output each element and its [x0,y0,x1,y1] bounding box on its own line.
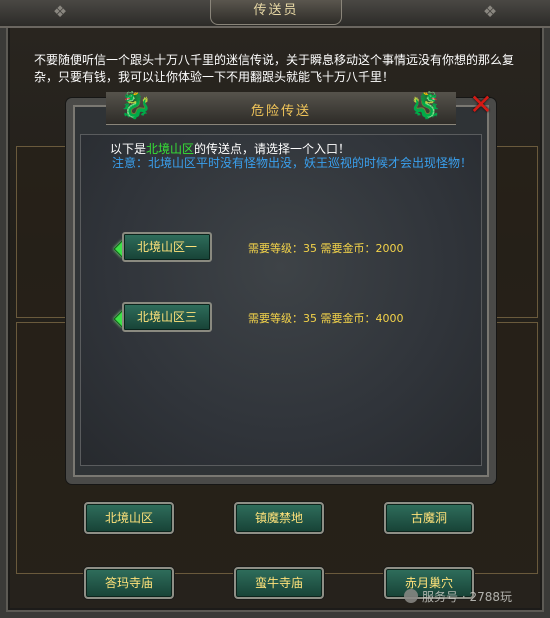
dialog-warning: 注意：北境山区平时没有怪物出没，妖王巡视的时候才会出现怪物！ [112,156,473,170]
dialog-body [80,134,482,466]
portal-requirements: 需要等级：35 需要金币：2000 [248,242,404,255]
region-button-zhenmo-jindi[interactable]: 镇魔禁地 [234,502,324,534]
close-icon[interactable]: ✕ [466,90,496,120]
portal-button-1[interactable]: 北境山区一 [122,232,212,262]
portal-requirements: 需要等级：35 需要金币：4000 [248,312,404,325]
dragon-right-icon: 🐉 [409,91,443,121]
portal-button-3[interactable]: 北境山区三 [122,302,212,332]
dragon-left-icon: 🐉 [119,91,153,121]
npc-window: ❖ ❖ 传送员 不要随便听信一个跟头十万八千里的迷信传说，关于瞬息移动这个事情远… [0,0,550,618]
watermark-text: 服务号 · 2788玩 [422,590,512,604]
dialog-title: 危险传送 [250,104,311,119]
window-title: 传送员 [210,0,342,25]
danger-teleport-dialog: 🐉 🐉 危险传送 ✕ 以下是北境山区的传送点，请选择一个入口！ 注意：北境山区平… [66,90,496,484]
region-button-gumo-dong[interactable]: 古魔洞 [384,502,474,534]
npc-dialogue-text: 不要随便听信一个跟头十万八千里的迷信传说，关于瞬息移动这个事情远没有你想的那么复… [34,53,515,84]
right-panel [490,146,538,318]
region-button-beijing-shanqu[interactable]: 北境山区 [84,502,174,534]
watermark: 服务号 · 2788玩 [404,588,512,605]
wechat-icon [404,589,418,603]
ornament-right-icon: ❖ [482,2,498,21]
region-button-manniu-simiao[interactable]: 蛮牛寺庙 [234,567,324,599]
region-button-dama-simiao[interactable]: 答玛寺庙 [84,567,174,599]
ornament-left-icon: ❖ [52,2,68,21]
